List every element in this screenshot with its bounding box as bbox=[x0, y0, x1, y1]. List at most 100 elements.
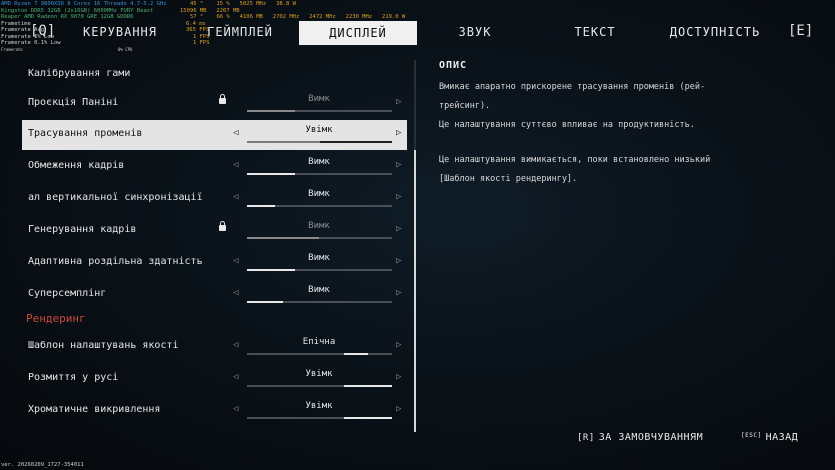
tab-accessibility[interactable]: ДОСТУПНІСТЬ bbox=[665, 25, 765, 39]
setting-row-supersampling[interactable]: Суперсемплінг ◁ Вимк ▷ bbox=[22, 280, 407, 310]
option-fill bbox=[247, 173, 295, 175]
option-track bbox=[247, 141, 392, 143]
option-fill bbox=[247, 237, 319, 239]
arrow-right-icon[interactable]: ▷ bbox=[396, 192, 401, 202]
setting-label: Калібрування гами bbox=[28, 68, 131, 79]
arrow-right-icon[interactable]: ▷ bbox=[396, 340, 401, 350]
overlay-extra: Framerate bbox=[1, 47, 23, 52]
arrow-right-icon[interactable]: ▷ bbox=[396, 224, 401, 234]
option-track bbox=[247, 173, 392, 175]
setting-row-adaptive[interactable]: Адаптивна роздільна здатність ◁ Вимк ▷ bbox=[22, 248, 407, 278]
scrollbar-thumb[interactable] bbox=[414, 150, 416, 432]
version-label: ver. 20260209_1727-354011 bbox=[1, 462, 84, 468]
option-fill bbox=[247, 269, 295, 271]
lock-icon bbox=[219, 94, 226, 104]
setting-value: Вимк bbox=[308, 189, 330, 199]
back-key: [ESC] bbox=[741, 432, 762, 439]
arrow-right-icon[interactable]: ▷ bbox=[396, 256, 401, 266]
option-track bbox=[247, 269, 392, 271]
setting-row-raytracing[interactable]: Трасування променів ◁ Увімк ▷ bbox=[22, 120, 407, 150]
tab-display[interactable]: ДИСПЛЕЙ bbox=[299, 21, 417, 45]
arrow-left-icon[interactable]: ◁ bbox=[233, 288, 238, 298]
setting-label: Суперсемплінг bbox=[28, 288, 107, 299]
setting-label: Трасування променів bbox=[28, 128, 143, 139]
tab-next-key[interactable]: [E] bbox=[788, 23, 813, 39]
reset-defaults-button[interactable]: [R] ЗА ЗАМОВЧУВАННЯМ bbox=[577, 432, 703, 443]
arrow-left-icon[interactable]: ◁ bbox=[233, 160, 238, 170]
tab-gameplay[interactable]: ГЕЙМПЛЕЙ bbox=[200, 25, 280, 39]
option-track bbox=[247, 353, 392, 355]
arrow-right-icon[interactable]: ▷ bbox=[396, 372, 401, 382]
section-heading-rendering: Рендеринг bbox=[26, 312, 86, 325]
arrow-right-icon[interactable]: ▷ bbox=[396, 97, 401, 107]
tab-sound[interactable]: ЗВУК bbox=[440, 25, 510, 39]
setting-row-vsync[interactable]: ал вертикальної синхронізації ◁ Вимк ▷ bbox=[22, 184, 407, 214]
setting-row-framegen[interactable]: Генерування кадрів Вимк ▷ bbox=[22, 216, 407, 246]
setting-value: Вимк bbox=[308, 285, 330, 295]
setting-value: Епічна bbox=[302, 337, 336, 347]
reset-label: ЗА ЗАМОВЧУВАННЯМ bbox=[598, 432, 704, 443]
setting-label: Проєкція Паніні bbox=[28, 97, 119, 108]
description-line: Це налаштування вимикається, поки встано… bbox=[439, 155, 711, 165]
description-line: Вмикає апаратно прискорене трасування пр… bbox=[439, 82, 706, 92]
setting-row-calibration[interactable]: Калібрування гами bbox=[22, 60, 407, 90]
overlay-cpu: AMD Ryzen 7 9800X3D 8 Cores 16 Threads 4… bbox=[1, 1, 167, 7]
tab-text[interactable]: ТЕКСТ bbox=[560, 25, 630, 39]
arrow-right-icon[interactable]: ▷ bbox=[396, 404, 401, 414]
option-fill bbox=[247, 205, 275, 207]
setting-row-motionblur[interactable]: Розмиття у русі ◁ Увімк ▷ bbox=[22, 364, 407, 394]
setting-row-framelimit[interactable]: Обмеження кадрів ◁ Вимк ▷ bbox=[22, 152, 407, 182]
option-fill bbox=[247, 110, 295, 112]
arrow-left-icon[interactable]: ◁ bbox=[233, 372, 238, 382]
settings-scrollbar[interactable] bbox=[414, 60, 416, 432]
option-fill bbox=[320, 141, 392, 143]
setting-label: Розмиття у русі bbox=[28, 372, 119, 383]
setting-value: Увімк bbox=[305, 369, 333, 379]
setting-label: Хроматичне викривлення bbox=[28, 404, 161, 415]
arrow-left-icon[interactable]: ◁ bbox=[233, 128, 238, 138]
description-line: трейсинг). bbox=[439, 101, 491, 111]
option-track bbox=[247, 237, 392, 239]
option-fill bbox=[344, 417, 392, 419]
option-fill bbox=[344, 353, 368, 355]
tab-controls[interactable]: КЕРУВАННЯ bbox=[80, 25, 160, 39]
settings-tab-bar: [Q] КЕРУВАННЯ ГЕЙМПЛЕЙ ДИСПЛЕЙ ЗВУК ТЕКС… bbox=[0, 20, 835, 46]
tab-prev-key[interactable]: [Q] bbox=[30, 23, 55, 39]
description-line: Це налаштування суттєво впливає на проду… bbox=[439, 120, 695, 130]
arrow-left-icon[interactable]: ◁ bbox=[233, 256, 238, 266]
overlay-extra-value: 0% CPU bbox=[118, 47, 133, 52]
setting-value: Вимк bbox=[308, 253, 330, 263]
overlay-cpu-values: 45 ° 15 % 5025 MHz 38.8 W bbox=[190, 1, 296, 7]
setting-value: Увімк bbox=[305, 125, 333, 135]
option-track bbox=[247, 205, 392, 207]
option-track bbox=[247, 301, 392, 303]
arrow-left-icon[interactable]: ◁ bbox=[233, 192, 238, 202]
description-title: ОПИС bbox=[439, 60, 468, 71]
setting-label: Обмеження кадрів bbox=[28, 160, 125, 171]
option-fill bbox=[247, 301, 283, 303]
setting-label: Шаблон налаштувань якості bbox=[28, 340, 179, 351]
option-track bbox=[247, 110, 392, 112]
setting-row-chromatic[interactable]: Хроматичне викривлення ◁ Увімк ▷ bbox=[22, 396, 407, 426]
setting-value: Вимк bbox=[308, 221, 330, 231]
setting-row-quality[interactable]: Шаблон налаштувань якості ◁ Епічна ▷ bbox=[22, 332, 407, 362]
option-track bbox=[247, 417, 392, 419]
arrow-right-icon[interactable]: ▷ bbox=[396, 128, 401, 138]
setting-label: Генерування кадрів bbox=[28, 224, 137, 235]
arrow-right-icon[interactable]: ▷ bbox=[396, 288, 401, 298]
option-track bbox=[247, 385, 392, 387]
back-label: НАЗАД bbox=[765, 432, 799, 443]
arrow-left-icon[interactable]: ◁ bbox=[233, 404, 238, 414]
setting-row-panini[interactable]: Проєкція Паніні Вимк ▷ bbox=[22, 89, 407, 119]
setting-value: Увімк bbox=[305, 401, 333, 411]
setting-value: Вимк bbox=[308, 94, 330, 104]
lock-icon bbox=[219, 221, 226, 231]
setting-label: ал вертикальної синхронізації bbox=[28, 192, 203, 203]
setting-value: Вимк bbox=[308, 157, 330, 167]
arrow-left-icon[interactable]: ◁ bbox=[233, 340, 238, 350]
back-button[interactable]: [ESC] НАЗАД bbox=[741, 432, 798, 443]
arrow-right-icon[interactable]: ▷ bbox=[396, 160, 401, 170]
option-fill bbox=[344, 385, 392, 387]
setting-label: Адаптивна роздільна здатність bbox=[28, 256, 203, 267]
reset-key: [R] bbox=[577, 433, 595, 443]
